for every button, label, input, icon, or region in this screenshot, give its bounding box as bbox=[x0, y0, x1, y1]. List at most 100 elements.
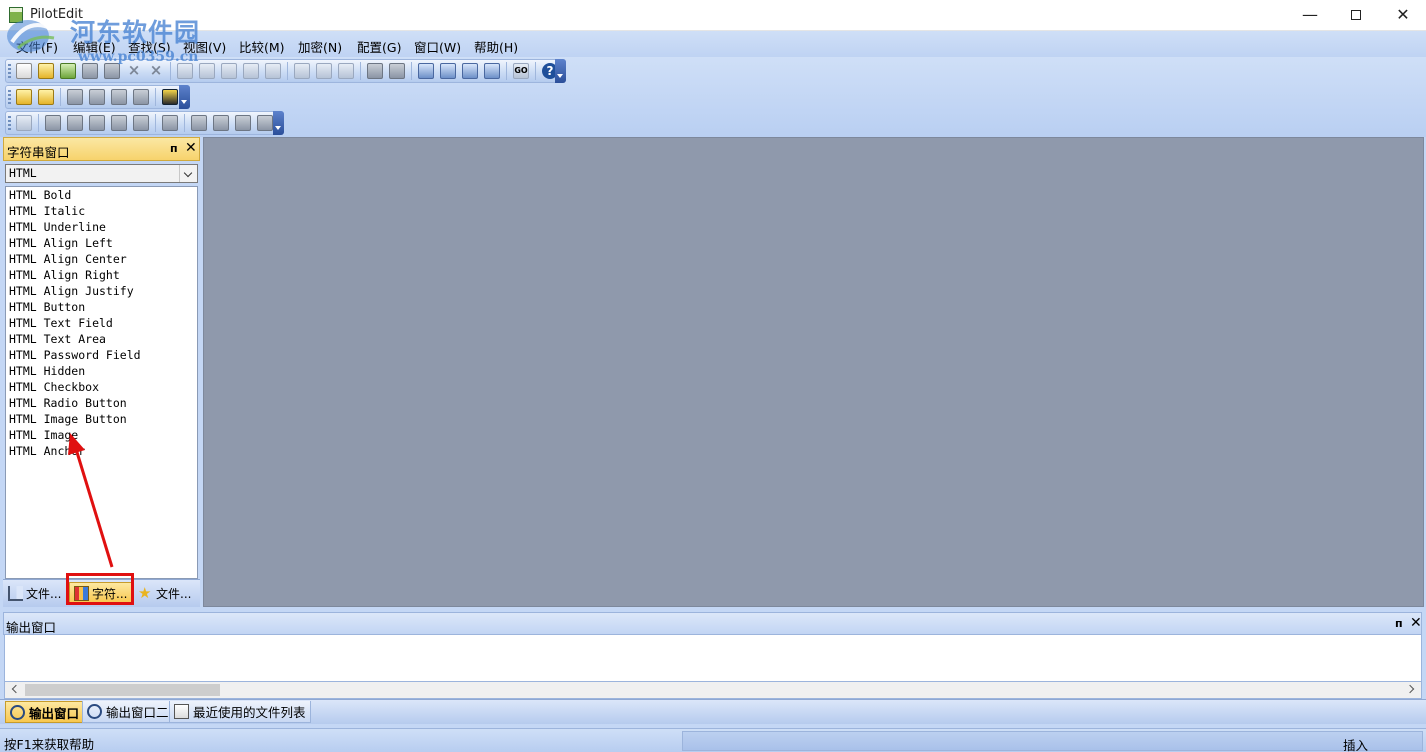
window-cascade-icon[interactable] bbox=[133, 89, 149, 105]
insert-mode-indicator: 插入 bbox=[1343, 738, 1369, 752]
go-to-icon[interactable]: GO bbox=[513, 63, 529, 79]
output-panel-caption: 输出窗口 ᴨ ✕ bbox=[3, 612, 1422, 635]
replace-icon[interactable] bbox=[484, 63, 500, 79]
chevron-down-icon[interactable] bbox=[179, 165, 197, 182]
menu-encrypt[interactable]: 加密(N) bbox=[298, 37, 342, 56]
maximize-button[interactable] bbox=[1333, 0, 1379, 31]
bike-icon bbox=[87, 704, 102, 719]
pin-icon[interactable]: ᴨ bbox=[170, 142, 178, 155]
menu-file[interactable]: 文件(F) bbox=[16, 37, 58, 56]
horizontal-scrollbar[interactable] bbox=[4, 682, 1422, 699]
menu-view[interactable]: 视图(V) bbox=[183, 37, 226, 56]
run-icon[interactable] bbox=[162, 89, 178, 105]
tab-favorites[interactable]: ★ 文件... bbox=[138, 582, 191, 604]
open-remote-icon[interactable] bbox=[60, 63, 76, 79]
file-list-icon bbox=[174, 704, 189, 719]
save-icon[interactable] bbox=[82, 63, 98, 79]
save-all-icon[interactable] bbox=[104, 63, 120, 79]
find-previous-icon[interactable] bbox=[462, 63, 478, 79]
tab-label: 字符... bbox=[92, 586, 128, 601]
tab-recent-files[interactable]: 最近使用的文件列表 bbox=[169, 701, 311, 723]
edit-toolbar bbox=[5, 111, 284, 135]
document-area[interactable] bbox=[203, 137, 1424, 607]
string-category-select[interactable]: HTML bbox=[5, 164, 198, 183]
table-icon[interactable] bbox=[133, 115, 149, 131]
select-icon[interactable] bbox=[294, 63, 310, 79]
toolbar-overflow-button[interactable] bbox=[273, 111, 284, 135]
output-tabs: 输出窗口 输出窗口二 最近使用的文件列表 bbox=[0, 699, 1426, 724]
pin-icon[interactable]: ᴨ bbox=[1395, 617, 1403, 630]
move-icon[interactable] bbox=[191, 115, 207, 131]
string-list[interactable]: HTML Bold HTML Italic HTML Underline HTM… bbox=[5, 186, 198, 579]
settings-icon[interactable] bbox=[67, 115, 83, 131]
new-file-icon[interactable] bbox=[16, 63, 32, 79]
toolbar-overflow-button[interactable] bbox=[555, 59, 566, 83]
scroll-left-icon[interactable] bbox=[11, 684, 21, 694]
tab-output-1[interactable]: 输出窗口 bbox=[5, 701, 85, 723]
indent-icon[interactable] bbox=[367, 63, 383, 79]
toolbar-grip[interactable] bbox=[8, 64, 11, 79]
output-panel-title: 输出窗口 bbox=[6, 620, 57, 635]
redo-icon[interactable] bbox=[199, 63, 215, 79]
menu-config[interactable]: 配置(G) bbox=[357, 37, 401, 56]
tab-label: 最近使用的文件列表 bbox=[193, 705, 306, 720]
paste-icon[interactable] bbox=[265, 63, 281, 79]
toolbar-separator bbox=[60, 88, 61, 106]
window-check-icon[interactable] bbox=[89, 89, 105, 105]
string-panel: 字符串窗口 ᴨ ✕ HTML HTML Bold HTML Italic HTM… bbox=[3, 137, 200, 607]
hex-mode-icon[interactable] bbox=[338, 63, 354, 79]
output-text-area[interactable] bbox=[4, 635, 1422, 682]
tab-output-2[interactable]: 输出窗口二 bbox=[82, 701, 174, 723]
macro-icon[interactable] bbox=[16, 115, 32, 131]
status-bar: 按F1来获取帮助 插入 bbox=[0, 728, 1426, 752]
refresh-icon[interactable] bbox=[162, 115, 178, 131]
string-category-value: HTML bbox=[9, 166, 37, 180]
toolbar-separator bbox=[184, 114, 185, 132]
star-icon: ★ bbox=[138, 583, 152, 602]
close-button[interactable]: ✕ bbox=[1380, 0, 1426, 31]
menu-help[interactable]: 帮助(H) bbox=[474, 37, 518, 56]
copy-icon[interactable] bbox=[243, 63, 259, 79]
toolbar-separator bbox=[506, 62, 507, 80]
cut-icon[interactable] bbox=[221, 63, 237, 79]
close-file-icon[interactable]: × bbox=[126, 63, 142, 79]
toolbar-grip[interactable] bbox=[8, 90, 11, 105]
open-folder-icon[interactable] bbox=[16, 89, 32, 105]
window-title: PilotEdit bbox=[30, 7, 84, 22]
tab-file-explorer[interactable]: 文件... bbox=[8, 582, 61, 604]
open-recent-icon[interactable] bbox=[38, 89, 54, 105]
window-icon[interactable] bbox=[67, 89, 83, 105]
sort-up-icon[interactable] bbox=[111, 115, 127, 131]
output-panel: 输出窗口 ᴨ ✕ bbox=[3, 612, 1422, 699]
outdent-icon[interactable] bbox=[389, 63, 405, 79]
toolbar-grip[interactable] bbox=[8, 116, 11, 131]
string-panel-caption: 字符串窗口 ᴨ ✕ bbox=[3, 137, 200, 161]
bike-icon bbox=[10, 704, 25, 720]
find-icon[interactable] bbox=[418, 63, 434, 79]
close-all-icon[interactable]: × bbox=[148, 63, 164, 79]
column-mode-icon[interactable] bbox=[316, 63, 332, 79]
open-file-icon[interactable] bbox=[38, 63, 54, 79]
toolbar-overflow-button[interactable] bbox=[179, 85, 190, 109]
menu-edit[interactable]: 编辑(E) bbox=[73, 37, 116, 56]
toolbar-separator bbox=[155, 88, 156, 106]
find-next-icon[interactable] bbox=[440, 63, 456, 79]
collapse-icon[interactable] bbox=[235, 115, 251, 131]
menu-compare[interactable]: 比较(M) bbox=[239, 37, 285, 56]
toolbar-separator bbox=[360, 62, 361, 80]
tab-string-window[interactable]: 字符... bbox=[69, 582, 133, 604]
expand-icon[interactable] bbox=[213, 115, 229, 131]
menu-window[interactable]: 窗口(W) bbox=[414, 37, 461, 56]
close-icon[interactable]: ✕ bbox=[185, 140, 197, 156]
scrollbar-thumb[interactable] bbox=[25, 684, 220, 696]
file-properties-icon[interactable] bbox=[45, 115, 61, 131]
scroll-right-icon[interactable] bbox=[1405, 684, 1415, 694]
close-icon[interactable]: ✕ bbox=[1410, 615, 1422, 631]
maximize-icon bbox=[1351, 9, 1361, 20]
window-tile-icon[interactable] bbox=[111, 89, 127, 105]
minimize-button[interactable]: — bbox=[1287, 0, 1333, 31]
menu-search[interactable]: 查找(S) bbox=[128, 37, 171, 56]
undo-icon[interactable] bbox=[177, 63, 193, 79]
collapse-all-icon[interactable] bbox=[257, 115, 273, 131]
sort-az-icon[interactable] bbox=[89, 115, 105, 131]
